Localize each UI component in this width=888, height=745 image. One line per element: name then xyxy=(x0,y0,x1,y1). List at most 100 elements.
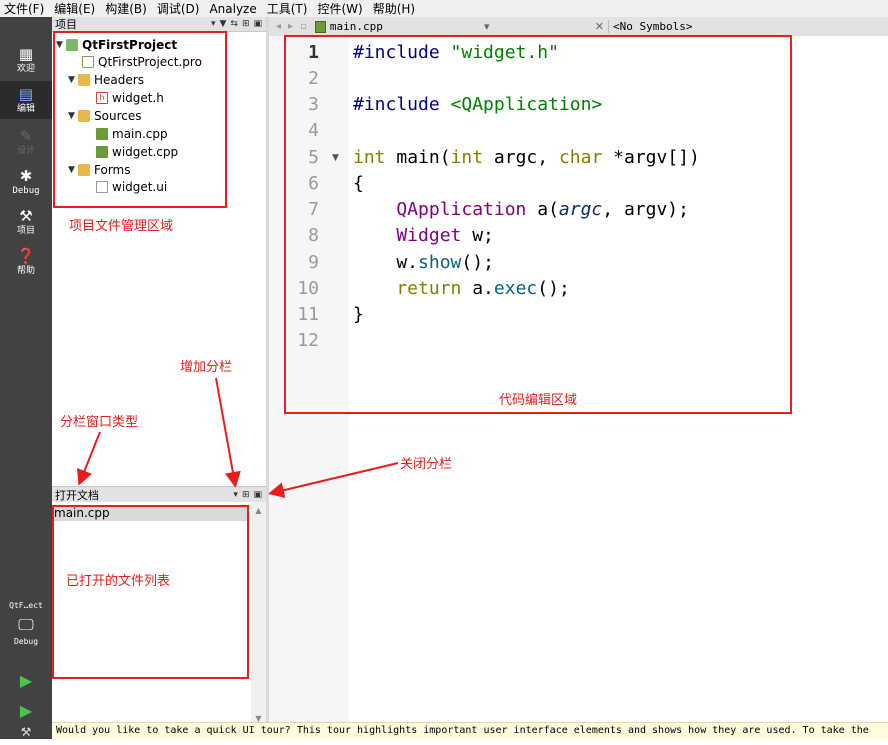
code-token: #include xyxy=(353,94,451,115)
tree-pro-file-label: QtFirstProject.pro xyxy=(98,54,202,69)
project-icon xyxy=(66,38,78,51)
build-icon[interactable]: ⚒ xyxy=(14,725,38,745)
menu-edit[interactable]: 编辑(E) xyxy=(54,0,95,17)
mode-projects[interactable]: ⚒ 项目 xyxy=(0,203,52,241)
projects-panel-header: 项目 ▾ ▼ ⇆ ⊞ ▣ xyxy=(52,17,266,32)
pro-file-icon xyxy=(82,55,94,68)
code-line[interactable]: #include <QApplication> xyxy=(353,92,602,118)
editor-toolbar: ◂ ▸ ▫ main.cpp ▾ ✕ <No Symbols> xyxy=(269,17,888,36)
line-number: 7 xyxy=(308,199,319,220)
back-icon[interactable]: ◂ xyxy=(276,21,281,32)
close-icon[interactable]: ▣ xyxy=(253,19,262,29)
code-line[interactable]: QApplication a(argc, argv); xyxy=(353,197,689,223)
tree-header-file[interactable]: h widget.h xyxy=(96,89,164,106)
dropdown-icon[interactable]: ▾ xyxy=(233,490,238,500)
mode-debug-label: Debug xyxy=(12,185,40,196)
code-token: , argv); xyxy=(602,199,689,220)
line-number: 12 xyxy=(297,330,319,351)
tree-pro-file[interactable]: QtFirstProject.pro xyxy=(82,53,202,70)
menu-debug[interactable]: 调试(D) xyxy=(157,0,200,17)
code-line[interactable]: { xyxy=(353,171,364,197)
mode-welcome[interactable]: ▦ 欢迎 xyxy=(0,41,52,79)
code-line[interactable]: w.show(); xyxy=(353,250,494,276)
menu-tools[interactable]: 工具(T) xyxy=(267,0,308,17)
debug-run-icon[interactable]: ▶ xyxy=(14,701,38,721)
mode-edit-label: 编辑 xyxy=(16,103,35,114)
dropdown-icon[interactable]: ▾ xyxy=(211,19,216,29)
line-number: 11 xyxy=(297,304,319,325)
menu-analyze[interactable]: Analyze xyxy=(209,2,256,16)
mode-edit[interactable]: ▤ 编辑 xyxy=(0,81,52,119)
code-line[interactable]: int main(int argc, char *argv[]) xyxy=(353,145,700,171)
tree-headers[interactable]: ▼ Headers xyxy=(68,71,144,88)
close-icon[interactable]: ✕ xyxy=(595,20,604,33)
run-icon[interactable]: ▶ xyxy=(14,671,38,691)
open-docs-list: main.cpp xyxy=(52,502,266,727)
symbols-dropdown[interactable]: <No Symbols> xyxy=(607,20,888,33)
mode-welcome-label: 欢迎 xyxy=(16,63,35,74)
code-token: int xyxy=(353,147,397,168)
code-editor[interactable]: #include "widget.h" #include <QApplicati… xyxy=(349,36,888,727)
forward-icon[interactable]: ▸ xyxy=(288,21,293,32)
folder-icon xyxy=(78,73,90,86)
folder-icon xyxy=(78,109,90,122)
tree-source-main[interactable]: main.cpp xyxy=(96,125,168,142)
line-number: 10 xyxy=(297,278,319,299)
chevron-down-icon[interactable]: ▼ xyxy=(68,111,78,121)
chevron-down-icon[interactable]: ▼ xyxy=(68,75,78,85)
code-line[interactable]: return a.exec(); xyxy=(353,276,570,302)
cpp-file-icon xyxy=(314,20,326,33)
close-split-label: 关闭分栏 xyxy=(400,457,453,472)
tree-source-main-label: main.cpp xyxy=(112,126,168,141)
mode-debug[interactable]: ✱ Debug xyxy=(0,163,52,201)
mode-sidebar: ▦ 欢迎 ▤ 编辑 ✎ 设计 ✱ Debug ⚒ 项目 ❓ 帮助 QtF…ect… xyxy=(0,17,52,739)
tree-forms[interactable]: ▼ Forms xyxy=(68,161,130,178)
dropdown-icon[interactable]: ▾ xyxy=(484,20,490,33)
code-area-label: 代码编辑区域 xyxy=(499,393,578,408)
open-docs-scrollbar[interactable]: ▲ ▼ xyxy=(251,502,266,727)
menu-bar: 文件(F) 编辑(E) 构建(B) 调试(D) Analyze 工具(T) 控件… xyxy=(0,0,888,17)
kit-selector[interactable]: QtF…ect 🖵 Debug xyxy=(0,601,52,647)
folder-icon xyxy=(78,163,90,176)
mode-design-label: 设计 xyxy=(16,145,35,156)
fold-arrow-icon[interactable]: ▼ xyxy=(332,153,339,163)
mode-design[interactable]: ✎ 设计 xyxy=(0,123,52,161)
code-token: exec xyxy=(493,278,538,299)
mode-help[interactable]: ❓ 帮助 xyxy=(0,243,52,281)
editor-file-name[interactable]: main.cpp xyxy=(330,20,383,33)
menu-controls[interactable]: 控件(W) xyxy=(317,0,362,17)
code-token: <QApplication> xyxy=(450,94,603,115)
tree-header-file-label: widget.h xyxy=(112,90,164,105)
grid-icon: ▦ xyxy=(18,44,34,63)
tree-project[interactable]: ▼ QtFirstProject xyxy=(56,36,177,53)
line-number: 6 xyxy=(308,173,319,194)
chevron-down-icon[interactable]: ▼ xyxy=(68,165,78,175)
chevron-down-icon[interactable]: ▼ xyxy=(56,40,66,50)
monitor-icon: 🖵 xyxy=(18,615,34,634)
ui-tour-infobar: Would you like to take a quick UI tour? … xyxy=(52,722,888,739)
code-line[interactable]: Widget w; xyxy=(353,223,494,249)
code-line[interactable]: #include "widget.h" xyxy=(353,40,559,66)
open-doc-item[interactable]: main.cpp xyxy=(52,506,248,521)
tree-source-widget[interactable]: widget.cpp xyxy=(96,143,178,160)
filter-icon[interactable]: ▼ xyxy=(219,19,226,29)
open-docs-title: 打开文档 xyxy=(55,488,99,502)
code-token: (); xyxy=(537,278,570,299)
tree-sources-label: Sources xyxy=(94,108,142,123)
help-icon: ❓ xyxy=(16,246,36,265)
tree-form-file[interactable]: widget.ui xyxy=(96,178,167,195)
menu-help[interactable]: 帮助(H) xyxy=(373,0,415,17)
wrench-icon: ⚒ xyxy=(19,206,33,225)
menu-build[interactable]: 构建(B) xyxy=(105,0,147,17)
add-split-icon[interactable]: ⊞ xyxy=(242,490,250,500)
tree-sources[interactable]: ▼ Sources xyxy=(68,107,141,124)
open-files-label: 已打开的文件列表 xyxy=(66,574,171,589)
code-line[interactable]: } xyxy=(353,302,364,328)
line-number: 8 xyxy=(308,225,319,246)
scroll-up-icon[interactable]: ▲ xyxy=(251,506,266,515)
menu-file[interactable]: 文件(F) xyxy=(4,0,44,17)
split-icon[interactable]: ⊞ xyxy=(242,19,250,29)
close-split-icon[interactable]: ▣ xyxy=(253,490,262,500)
link-icon[interactable]: ⇆ xyxy=(230,19,238,29)
line-number: 3 xyxy=(308,94,319,115)
